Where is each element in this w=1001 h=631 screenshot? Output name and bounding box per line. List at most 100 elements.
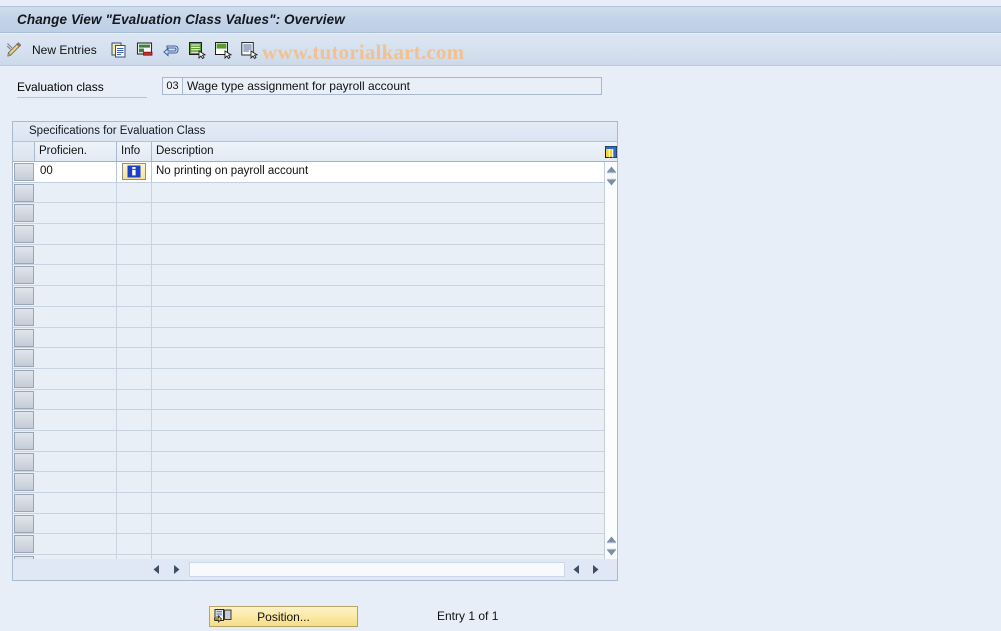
row-select-box[interactable] [14,245,34,264]
cell-info[interactable] [117,327,152,348]
cell-proficiency[interactable] [35,265,117,286]
row-select-box[interactable] [14,390,34,409]
cell-description[interactable]: No printing on payroll account [152,162,604,182]
cell-description[interactable] [152,245,604,265]
table-row-empty[interactable] [13,368,604,390]
cell-proficiency[interactable] [35,534,117,555]
cell-proficiency[interactable] [35,493,117,513]
cell-description[interactable] [152,472,604,492]
grid-body[interactable]: 00 No printing on payroll account [13,162,604,559]
table-row-empty[interactable] [13,389,604,411]
row-select-box[interactable] [14,369,34,388]
row-select-box[interactable] [14,473,34,492]
cell-description[interactable] [152,452,604,472]
table-row-empty[interactable] [13,348,604,369]
table-row-empty[interactable] [13,306,604,328]
table-settings-icon[interactable] [604,142,617,161]
select-all-icon[interactable] [185,38,209,62]
row-select-box[interactable] [14,225,34,244]
cell-info[interactable] [117,493,152,513]
cell-proficiency[interactable] [35,513,117,534]
cell-info[interactable] [117,410,152,430]
cell-info[interactable] [117,182,152,203]
row-select-box[interactable] [14,411,34,430]
cell-info[interactable] [117,203,152,224]
row-select-box[interactable] [14,452,34,471]
table-row-empty[interactable] [13,451,604,473]
table-row-empty[interactable] [13,203,604,225]
cell-info[interactable] [117,534,152,555]
row-select-box[interactable] [14,349,34,368]
row-select-box[interactable] [14,514,34,533]
cell-description[interactable] [152,224,604,244]
cell-proficiency[interactable] [35,472,117,492]
pencil-icon[interactable] [2,38,26,62]
cell-proficiency[interactable] [35,430,117,451]
row-select-box[interactable] [14,183,34,202]
cell-proficiency[interactable] [35,286,117,306]
new-entries-label[interactable]: New Entries [32,43,97,57]
table-row-empty[interactable] [13,286,604,307]
scroll-up-icon[interactable] [605,163,618,175]
table-row-empty[interactable] [13,244,604,266]
cell-info[interactable] [117,244,152,265]
cell-proficiency[interactable] [35,389,117,410]
cell-proficiency[interactable] [35,182,117,203]
deselect-all-icon[interactable] [211,38,235,62]
cell-info[interactable] [117,286,152,306]
cell-proficiency[interactable] [35,327,117,348]
cell-proficiency[interactable] [35,451,117,472]
cell-info[interactable] [117,389,152,410]
table-row-empty[interactable] [13,327,604,349]
row-select-box[interactable] [14,307,34,326]
cell-description[interactable] [152,307,604,327]
row-select-box[interactable] [14,431,34,450]
table-row-empty[interactable] [13,513,604,535]
cell-proficiency[interactable] [35,306,117,327]
cell-info[interactable] [117,348,152,368]
vertical-scrollbar[interactable] [604,162,617,559]
cell-proficiency[interactable] [35,410,117,430]
cell-proficiency[interactable]: 00 [35,162,117,182]
row-select-box[interactable] [14,287,34,306]
cell-info[interactable] [117,368,152,389]
cell-description[interactable] [152,410,604,430]
row-select-box[interactable] [14,163,34,181]
table-row-empty[interactable] [13,410,604,431]
position-button[interactable]: Position... [209,606,358,627]
cell-description[interactable] [152,534,604,554]
cell-info[interactable] [117,265,152,286]
scroll-left-icon[interactable] [150,563,164,576]
scroll-down-icon[interactable] [605,176,618,188]
info-icon[interactable] [122,163,146,180]
row-select-box[interactable] [14,535,34,554]
cell-description[interactable] [152,286,604,306]
row-select-box[interactable] [14,328,34,347]
cell-info[interactable] [117,430,152,451]
evaluation-class-description-field[interactable]: Wage type assignment for payroll account [183,77,602,95]
column-header-info[interactable]: Info [117,142,152,161]
row-select-box[interactable] [14,204,34,223]
cell-info[interactable] [117,224,152,244]
undo-icon[interactable] [159,38,183,62]
horizontal-scroll-track[interactable] [189,562,565,577]
column-header-description[interactable]: Description [152,142,604,161]
cell-info[interactable] [117,513,152,534]
cell-description[interactable] [152,328,604,348]
table-row[interactable]: 00 No printing on payroll account [13,162,604,183]
delete-icon[interactable] [133,38,157,62]
row-select-box[interactable] [14,494,34,512]
evaluation-class-key-field[interactable]: 03 [162,77,183,95]
cell-proficiency[interactable] [35,224,117,244]
horizontal-scrollbar[interactable] [13,559,617,580]
details-icon[interactable] [237,38,261,62]
cell-description[interactable] [152,514,604,534]
table-row-empty[interactable] [13,224,604,245]
table-row-empty[interactable] [13,182,604,204]
cell-description[interactable] [152,390,604,410]
cell-info[interactable] [117,472,152,492]
scroll-page-down-icon[interactable] [605,546,618,558]
cell-info[interactable] [117,306,152,327]
table-row-empty[interactable] [13,265,604,287]
table-row-empty[interactable] [13,534,604,556]
